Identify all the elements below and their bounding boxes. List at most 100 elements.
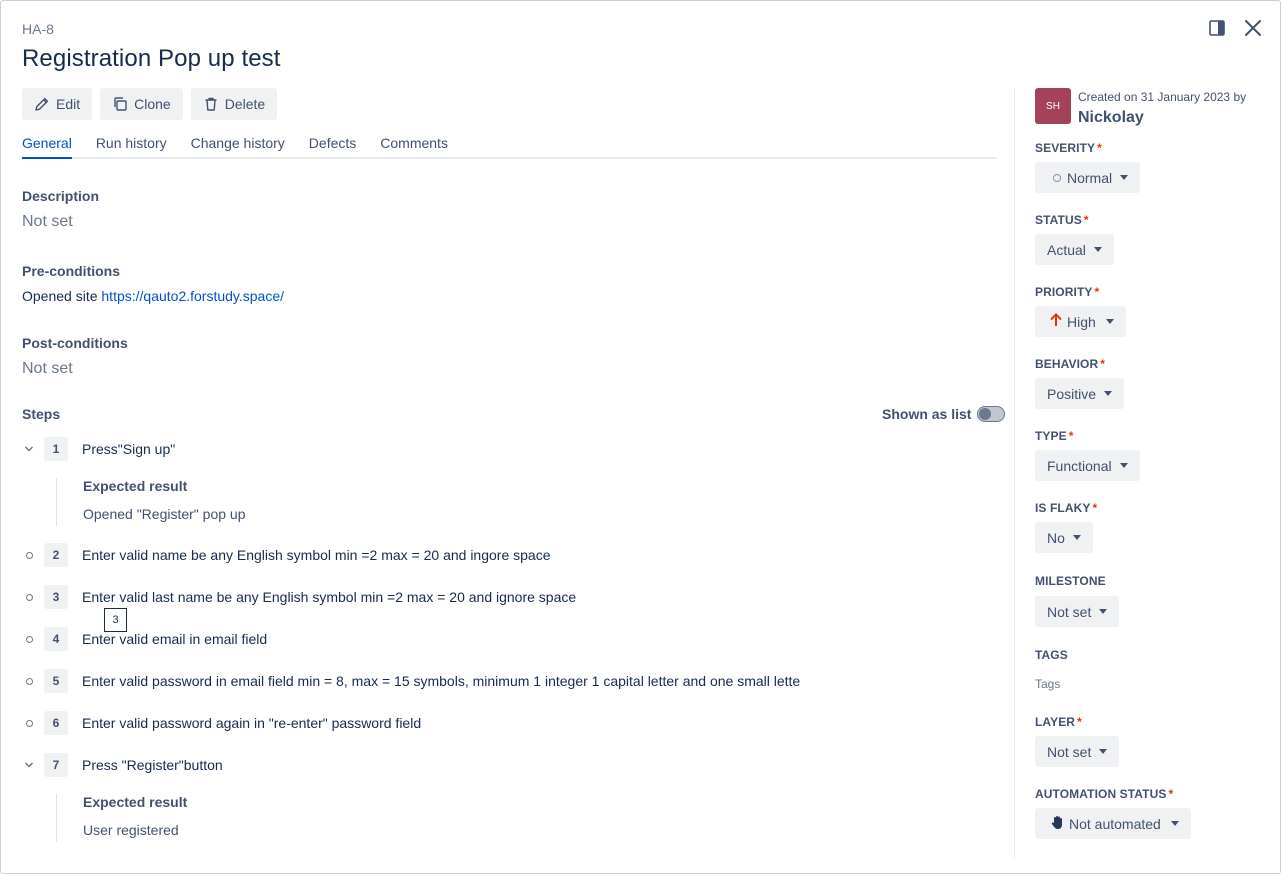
panel-toggle-icon[interactable] xyxy=(1206,17,1228,39)
step-row: 4 Enter valid email in email field xyxy=(22,627,267,651)
caret-down-icon xyxy=(1072,535,1081,540)
step-row: 7 Press "Register"button xyxy=(22,753,223,777)
expected-result-value[interactable]: Opened "Register" pop up xyxy=(83,506,246,522)
toolbar: Edit Clone Delete xyxy=(22,88,278,120)
severity-select[interactable]: Normal xyxy=(1035,162,1141,193)
step-number: 1 xyxy=(44,437,68,461)
type-label: TYPE * xyxy=(1035,429,1074,443)
behavior-value: Positive xyxy=(1047,385,1097,402)
milestone-select[interactable]: Not set xyxy=(1035,596,1120,627)
type-value: Functional xyxy=(1047,457,1112,474)
step-number: 5 xyxy=(44,669,68,693)
tab-comments[interactable]: Comments xyxy=(380,133,448,159)
tooltip: 3 xyxy=(104,608,127,632)
shown-as-list-toggle[interactable]: Shown as list xyxy=(882,406,1006,422)
expected-result: Expected result User registered xyxy=(56,794,187,842)
avatar: SH xyxy=(1035,88,1071,124)
step-text[interactable]: Enter valid password again in "re-enter"… xyxy=(82,715,421,731)
caret-down-icon xyxy=(1104,391,1113,396)
automation-status-label: AUTOMATION STATUS * xyxy=(1035,787,1174,801)
description-value[interactable]: Not set xyxy=(22,213,73,231)
step-text[interactable]: Enter valid name be any English symbol m… xyxy=(82,547,551,563)
circle-bullet-icon[interactable] xyxy=(22,632,36,646)
creator-name: Nickolay xyxy=(1078,109,1144,126)
layer-label: LAYER * xyxy=(1035,715,1082,729)
issue-key: HA-8 xyxy=(22,21,54,37)
is-flaky-select[interactable]: No xyxy=(1035,522,1093,553)
sidebar-divider xyxy=(1014,88,1015,858)
layer-value: Not set xyxy=(1047,743,1092,760)
behavior-select[interactable]: Positive xyxy=(1035,378,1125,409)
caret-down-icon xyxy=(1093,247,1102,252)
preconditions-text: Opened site xyxy=(22,288,98,304)
step-text[interactable]: Press"Sign up" xyxy=(82,441,175,457)
step-row: 3 Enter valid last name be any English s… xyxy=(22,585,576,609)
step-text[interactable]: Enter valid last name be any English sym… xyxy=(82,589,576,605)
circle-bullet-icon[interactable] xyxy=(22,590,36,604)
preconditions-link[interactable]: https://qauto2.forstudy.space/ xyxy=(101,288,284,304)
expected-result-label: Expected result xyxy=(83,794,188,810)
tab-change-history[interactable]: Change history xyxy=(191,133,285,159)
severity-label: SEVERITY * xyxy=(1035,141,1102,155)
preconditions-label: Pre-conditions xyxy=(22,263,121,279)
postconditions-value[interactable]: Not set xyxy=(22,360,73,378)
shown-as-list-label: Shown as list xyxy=(882,406,972,422)
edit-label: Edit xyxy=(56,96,81,112)
caret-down-icon xyxy=(1099,749,1108,754)
step-number: 4 xyxy=(44,627,68,651)
steps-label: Steps xyxy=(22,406,61,422)
tab-general[interactable]: General xyxy=(22,133,72,159)
behavior-label: BEHAVIOR * xyxy=(1035,357,1106,371)
test-case-modal: HA-8 Registration Pop up test Edit Clone xyxy=(0,0,1281,874)
caret-down-icon xyxy=(1099,609,1108,614)
step-number: 6 xyxy=(44,711,68,735)
circle-bullet-icon[interactable] xyxy=(22,716,36,730)
delete-button[interactable]: Delete xyxy=(190,88,278,120)
close-icon[interactable] xyxy=(1242,17,1264,39)
delete-label: Delete xyxy=(224,96,266,112)
priority-value: High xyxy=(1067,313,1096,330)
priority-select[interactable]: High xyxy=(1035,306,1126,337)
type-select[interactable]: Functional xyxy=(1035,450,1140,481)
tab-run-history[interactable]: Run history xyxy=(96,133,167,159)
clone-button[interactable]: Clone xyxy=(100,88,183,120)
status-label: STATUS * xyxy=(1035,213,1089,227)
pencil-icon xyxy=(34,96,50,112)
automation-status-select[interactable]: Not automated xyxy=(1035,808,1191,839)
status-select[interactable]: Actual xyxy=(1035,234,1114,265)
caret-down-icon xyxy=(1120,175,1129,180)
priority-label: PRIORITY * xyxy=(1035,285,1100,299)
step-row: 5 Enter valid password in email field mi… xyxy=(22,669,800,693)
chevron-down-icon[interactable] xyxy=(22,758,36,772)
caret-down-icon xyxy=(1119,463,1128,468)
description-label: Description xyxy=(22,188,100,204)
clone-label: Clone xyxy=(134,96,171,112)
step-text[interactable]: Enter valid email in email field xyxy=(82,631,267,647)
circle-bullet-icon[interactable] xyxy=(22,674,36,688)
step-number: 3 xyxy=(44,585,68,609)
step-text[interactable]: Press "Register"button xyxy=(82,757,223,773)
caret-down-icon xyxy=(1170,821,1179,826)
expected-result-value[interactable]: User registered xyxy=(83,822,187,838)
hand-icon xyxy=(1051,815,1065,833)
postconditions-label: Post-conditions xyxy=(22,335,128,351)
circle-bullet-icon[interactable] xyxy=(22,548,36,562)
preconditions-value[interactable]: Opened site https://qauto2.forstudy.spac… xyxy=(22,288,284,304)
tags-input[interactable]: Tags xyxy=(1035,677,1060,691)
chevron-down-icon[interactable] xyxy=(22,442,36,456)
arrow-up-icon xyxy=(1049,313,1063,330)
toggle-switch[interactable] xyxy=(977,406,1006,422)
tab-defects[interactable]: Defects xyxy=(309,133,356,159)
is-flaky-label: IS FLAKY * xyxy=(1035,501,1098,515)
status-value: Actual xyxy=(1047,241,1086,258)
expected-result: Expected result Opened "Register" pop up xyxy=(56,478,246,526)
milestone-label: MILESTONE xyxy=(1035,574,1106,588)
severity-value: Normal xyxy=(1067,169,1113,186)
step-row: 1 Press"Sign up" xyxy=(22,437,175,461)
milestone-value: Not set xyxy=(1047,603,1092,620)
step-text[interactable]: Enter valid password in email field min … xyxy=(82,673,800,689)
edit-button[interactable]: Edit xyxy=(22,88,93,120)
layer-select[interactable]: Not set xyxy=(1035,736,1120,767)
is-flaky-value: No xyxy=(1047,529,1065,546)
created-info: Created on 31 January 2023 by xyxy=(1078,90,1247,104)
